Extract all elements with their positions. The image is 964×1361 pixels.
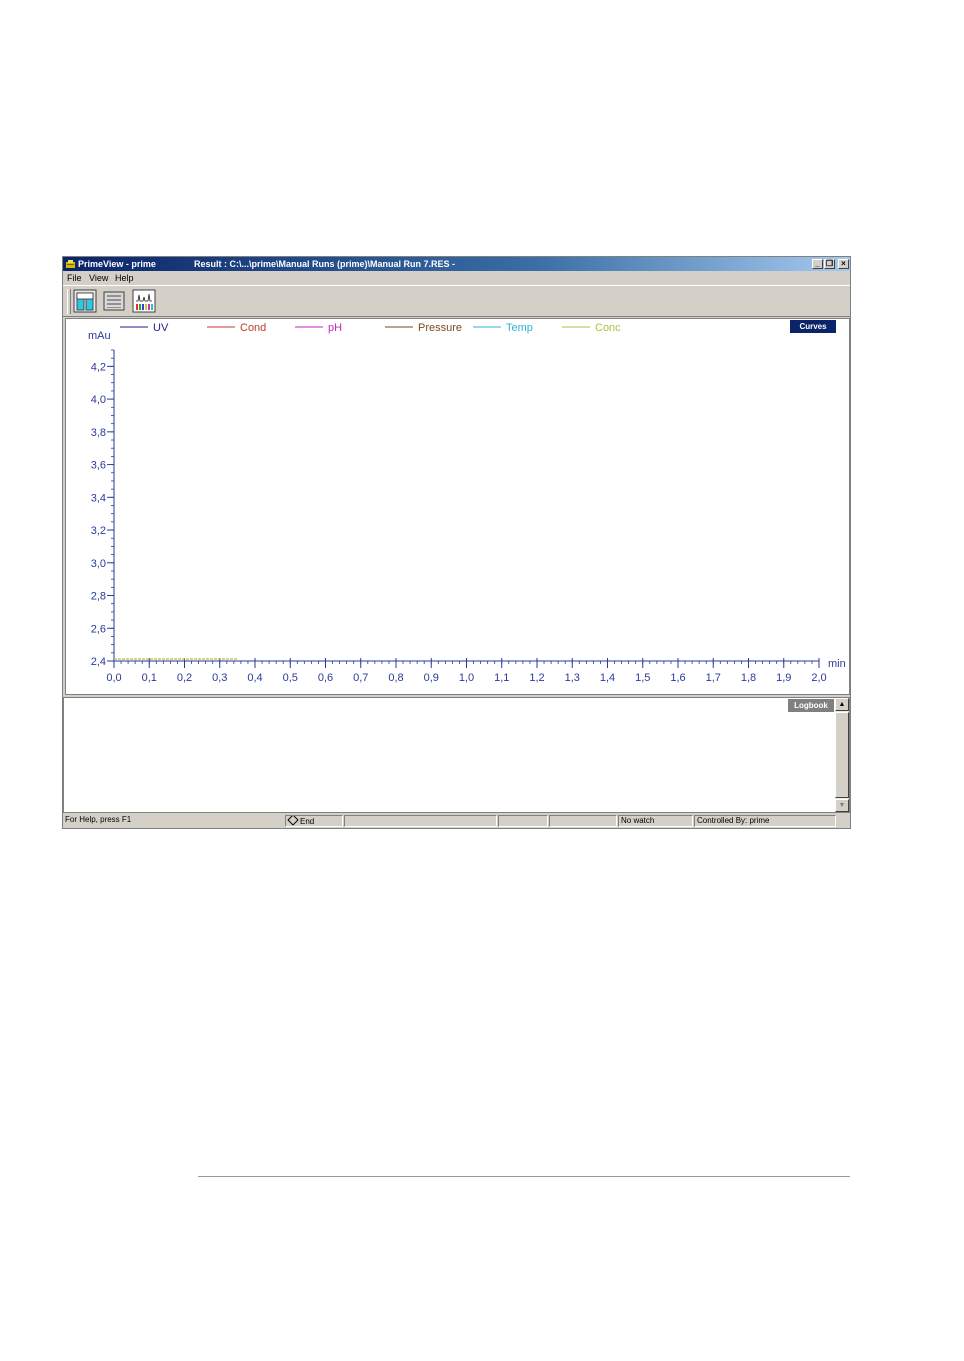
legend-label: pH	[328, 322, 342, 334]
x-tick-label: 0,5	[283, 672, 298, 684]
y-unit-label: mAu	[88, 330, 111, 342]
app-icon	[66, 260, 75, 268]
x-tick-label: 0,3	[212, 672, 227, 684]
x-tick-label: 1,0	[459, 672, 474, 684]
status-bar: For Help, press F1 End No watch Controll…	[63, 814, 850, 828]
scroll-down-icon[interactable]: ▼	[835, 799, 849, 812]
y-tick-label: 2,4	[91, 656, 106, 668]
document-title: Result : C:\...\prime\Manual Runs (prime…	[194, 259, 456, 269]
close-button[interactable]: ×	[838, 259, 849, 269]
x-tick-label: 1,3	[565, 672, 580, 684]
logbook-button[interactable]: Logbook	[788, 699, 834, 712]
status-panel-empty-3	[549, 815, 617, 827]
primeview-window: PrimeView - prime Result : C:\...\prime\…	[62, 256, 851, 829]
page-footer-rule	[198, 1176, 850, 1177]
curves-button[interactable]: Curves	[790, 320, 836, 333]
app-title: PrimeView - prime	[78, 259, 156, 269]
method-editor-icon[interactable]	[102, 289, 126, 313]
title-bar: PrimeView - prime Result : C:\...\prime\…	[63, 257, 850, 271]
y-tick-label: 2,6	[91, 623, 106, 635]
legend-label: Temp	[506, 322, 533, 334]
x-tick-label: 0,4	[247, 672, 262, 684]
y-tick-label: 3,4	[91, 492, 106, 504]
y-tick-label: 3,0	[91, 558, 106, 570]
x-tick-label: 1,2	[529, 672, 544, 684]
x-tick-label: 0,8	[388, 672, 403, 684]
x-tick-label: 2,0	[811, 672, 826, 684]
x-tick-label: 1,5	[635, 672, 650, 684]
diamond-icon	[287, 816, 299, 826]
x-tick-label: 1,1	[494, 672, 509, 684]
x-tick-label: 1,7	[706, 672, 721, 684]
logbook-scrollbar[interactable]: ▲ ▼	[835, 698, 849, 812]
system-control-icon[interactable]	[73, 289, 97, 313]
legend-label: Conc	[595, 322, 621, 334]
x-tick-label: 0,7	[353, 672, 368, 684]
toolbar-grip	[67, 289, 71, 314]
x-tick-label: 1,6	[670, 672, 685, 684]
toolbar	[63, 285, 850, 317]
scroll-thumb[interactable]	[835, 712, 849, 798]
status-state-label: End	[300, 817, 315, 826]
x-tick-label: 0,0	[106, 672, 121, 684]
x-unit-label: min	[828, 658, 846, 670]
y-tick-label: 2,8	[91, 591, 106, 603]
x-tick-label: 1,8	[741, 672, 756, 684]
menu-file[interactable]: File	[67, 271, 82, 285]
status-run-state: End	[285, 815, 343, 827]
evaluation-icon[interactable]	[132, 289, 156, 313]
restore-button[interactable]: ❐	[824, 259, 835, 269]
status-watch: No watch	[618, 815, 693, 827]
x-tick-label: 0,6	[318, 672, 333, 684]
x-tick-label: 0,2	[177, 672, 192, 684]
x-tick-label: 1,9	[776, 672, 791, 684]
menu-bar: File View Help	[63, 271, 850, 285]
status-help: For Help, press F1	[65, 815, 132, 824]
x-tick-label: 0,1	[142, 672, 157, 684]
legend-label: UV	[153, 322, 169, 334]
x-tick-label: 1,4	[600, 672, 615, 684]
y-tick-label: 4,0	[91, 394, 106, 406]
scroll-up-icon[interactable]: ▲	[835, 698, 849, 711]
legend-label: Cond	[240, 322, 266, 334]
status-controlled-by: Controlled By: prime	[694, 815, 836, 827]
menu-help[interactable]: Help	[115, 271, 134, 285]
y-tick-label: 3,6	[91, 460, 106, 472]
y-tick-label: 3,2	[91, 525, 106, 537]
minimize-button[interactable]: _	[812, 259, 823, 269]
status-panel-empty-1	[344, 815, 497, 827]
y-tick-label: 3,8	[91, 427, 106, 439]
status-panel-empty-2	[498, 815, 548, 827]
chromatogram-chart[interactable]: 2,4 2,6 2,8 3,0 3,2 3,4 3,6 3,8 4,0 4,2 0,0 0,1 0,2 0…	[65, 318, 850, 695]
y-tick-label: 4,2	[91, 361, 106, 373]
chart-svg: 2,4 2,6 2,8 3,0 3,2 3,4 3,6 3,8 4,0 4,2 0,0 0,1 0,2 0…	[88, 322, 846, 684]
x-tick-label: 0,9	[424, 672, 439, 684]
legend-label: Pressure	[418, 322, 462, 334]
logbook-panel: Logbook ▲ ▼	[63, 697, 850, 813]
menu-view[interactable]: View	[89, 271, 108, 285]
